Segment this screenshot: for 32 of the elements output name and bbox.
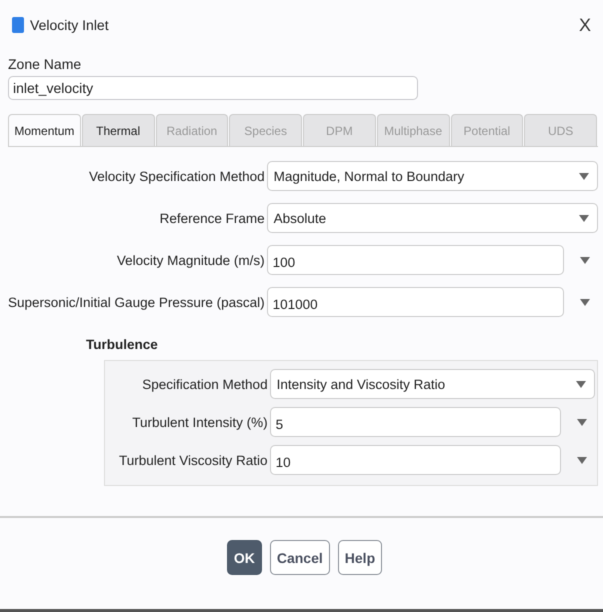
- close-button[interactable]: X: [574, 14, 595, 36]
- caret-icon: [579, 214, 589, 222]
- section-title: Turbulence: [86, 337, 159, 352]
- field-label: Velocity Magnitude (m/s): [116, 252, 265, 268]
- field-label: Supersonic/Initial Gauge Pressure (pascal): [8, 294, 265, 310]
- number-field[interactable]: 100: [266, 245, 564, 275]
- caret-icon: [580, 298, 590, 306]
- field-label: Turbulent Intensity (%): [131, 414, 268, 430]
- caret-icon: [577, 418, 587, 426]
- tab[interactable]: Momentum: [8, 114, 81, 146]
- dialog-button[interactable]: Help: [338, 540, 382, 575]
- tab[interactable]: Thermal: [82, 114, 154, 146]
- field-label: Specification Method: [141, 376, 268, 392]
- dialog-button[interactable]: OK: [226, 540, 262, 575]
- number-field[interactable]: 10: [270, 445, 561, 475]
- number-field[interactable]: 101000: [266, 287, 564, 317]
- dropdown[interactable]: Intensity and Viscosity Ratio: [270, 369, 595, 399]
- dialog-button[interactable]: Cancel: [270, 540, 330, 575]
- zone-name-field[interactable]: inlet_velocity: [8, 76, 418, 100]
- field-label: Reference Frame: [158, 210, 265, 226]
- field-label: Velocity Specification Method: [88, 168, 265, 184]
- window-title: Velocity Inlet: [30, 17, 110, 33]
- caret-icon: [577, 456, 587, 464]
- caret-icon: [580, 256, 590, 264]
- app-logo-icon: [12, 17, 24, 33]
- number-field[interactable]: 5: [270, 407, 561, 437]
- dropdown[interactable]: Absolute: [266, 203, 598, 233]
- caret-icon: [579, 172, 589, 180]
- zone-name-label: Zone Name: [8, 56, 82, 72]
- dropdown[interactable]: Magnitude, Normal to Boundary: [266, 161, 598, 191]
- field-label: Turbulent Viscosity Ratio: [119, 452, 268, 468]
- caret-icon: [576, 380, 586, 388]
